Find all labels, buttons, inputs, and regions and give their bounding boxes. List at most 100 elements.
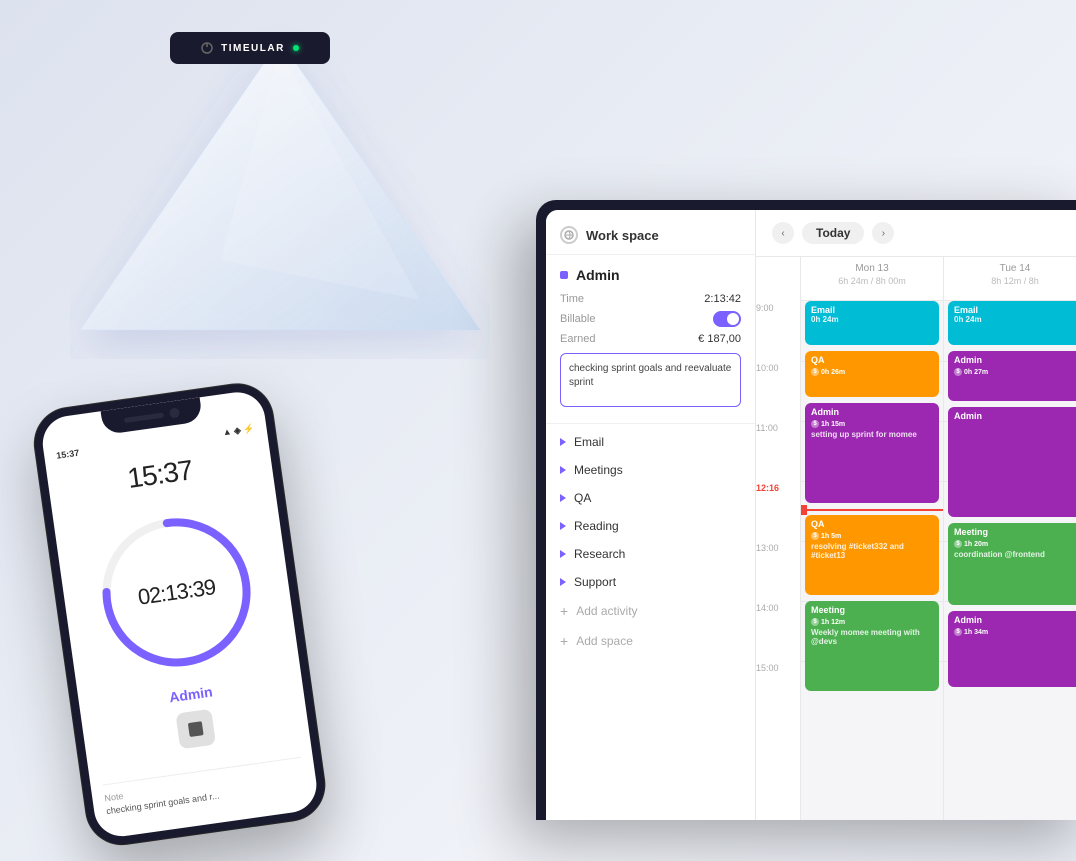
calendar-header: ‹ Today › [756,210,1076,257]
add-plus-icon: + [560,603,568,619]
event-billable: $1h 12m [811,618,845,626]
event-meeting-mon[interactable]: Meeting $1h 12m Weekly momee meeting wit… [805,601,939,691]
add-space-item[interactable]: + Add space [546,626,755,656]
event-title: Admin [954,615,1076,625]
phone-screen: 15:37 ▲ ◈ ⚡ 15:37 02:13:39 Admin [39,389,320,840]
event-admin-mon[interactable]: Admin $1h 15m setting up sprint for mome… [805,403,939,503]
activity-email[interactable]: Email [546,428,755,456]
event-admin-tue1[interactable]: Admin $0h 27m [948,351,1076,401]
device-top-bar: TIMEULAR [170,32,330,64]
admin-header: Admin [560,267,741,283]
tablet-screen: Work space Admin Time 2:13:42 Billable [546,210,1076,820]
activity-meetings[interactable]: Meetings [546,456,755,484]
note-input[interactable]: checking sprint goals and reevaluate spr… [560,353,741,407]
activity-name-research: Research [574,547,625,561]
time-value: 2:13:42 [704,293,741,305]
event-meeting-tue[interactable]: Meeting $1h 20m coordination @frontend [948,523,1076,605]
day-events-mon13: Email 0h 24m QA $0h 26m [801,301,943,820]
activity-arrow-qa [560,494,566,502]
time-label: Time [560,293,584,305]
event-admin-tue2[interactable]: Admin [948,407,1076,517]
day-tue14: Tue 14 8h 12m / 8h [943,257,1076,820]
time-column: 9:00 10:00 11:00 12:16 13:00 14:00 15:00 [756,257,800,820]
activity-list: Email Meetings QA Reading [546,424,755,820]
activity-name-meetings: Meetings [574,463,623,477]
event-title: QA [811,519,933,529]
power-icon [201,42,213,54]
event-billable: $0h 27m [954,368,988,376]
earned-row: Earned € 187,00 [560,333,741,345]
event-billable: $0h 26m [811,368,845,376]
activity-support[interactable]: Support [546,568,755,596]
event-desc: coordination @frontend [954,550,1076,559]
calendar-panel: ‹ Today › 9:00 10:00 11:00 12:16 13:00 1… [756,210,1076,820]
day-hours-tue14: 8h 12m / 8h [952,276,1076,286]
time-14: 14:00 [756,601,800,661]
event-billable: $1h 15m [811,420,845,428]
day-header-tue14: Tue 14 8h 12m / 8h [944,257,1076,301]
day-mon13: Mon 13 6h 24m / 8h 00m [800,257,943,820]
day-events-tue14: Email 0h 24m Admin $0h 27m [944,301,1076,820]
device-led [293,45,299,51]
status-icons: ▲ ◈ ⚡ [222,423,255,438]
speaker [124,412,164,423]
event-duration: 0h 24m [811,315,933,324]
timer-circle: 02:13:39 [86,502,267,683]
event-desc: setting up sprint for momee [811,430,933,439]
event-title: Email [954,305,1076,315]
stop-icon [188,721,204,737]
billable-toggle[interactable] [713,311,741,327]
activity-name-reading: Reading [574,519,619,533]
prev-btn[interactable]: ‹ [772,222,794,244]
activity-reading[interactable]: Reading [546,512,755,540]
activity-arrow-research [560,550,566,558]
today-button[interactable]: Today [802,222,864,244]
tablet-container: Work space Admin Time 2:13:42 Billable [536,200,1076,820]
billable-row: Billable [560,311,741,327]
event-title: Admin [954,411,1076,421]
workspace-icon [560,226,578,244]
phone-time: 15:37 [56,448,80,461]
event-title: QA [811,355,933,365]
stop-button[interactable] [175,709,216,750]
add-space-plus-icon: + [560,633,568,649]
event-title: Meeting [811,605,933,615]
next-btn[interactable]: › [872,222,894,244]
event-email-mon[interactable]: Email 0h 24m [805,301,939,345]
time-11: 11:00 [756,421,800,481]
event-qa-mon[interactable]: QA $0h 26m [805,351,939,397]
phone-time-display: 15:37 [126,454,195,495]
event-duration: 0h 24m [954,315,1076,324]
device-triangle-svg [70,20,490,360]
day-name-mon13: Mon 13 [809,263,935,274]
activity-name-qa: QA [574,491,591,505]
activity-qa[interactable]: QA [546,484,755,512]
admin-section: Admin Time 2:13:42 Billable Earned [546,255,755,424]
event-email-tue[interactable]: Email 0h 24m [948,301,1076,345]
current-time-line [801,509,943,511]
add-activity-item[interactable]: + Add activity [546,596,755,626]
event-qa2-mon[interactable]: QA $1h 5m resolving #ticket332 and #tick… [805,515,939,595]
admin-color-dot [560,271,568,279]
activity-name-support: Support [574,575,616,589]
billable-label: Billable [560,313,595,325]
activity-name-email: Email [574,435,604,449]
admin-name: Admin [576,267,620,283]
sidebar-panel: Work space Admin Time 2:13:42 Billable [546,210,756,820]
time-15: 15:00 [756,661,800,721]
activity-research[interactable]: Research [546,540,755,568]
event-title: Email [811,305,933,315]
activity-arrow-meetings [560,466,566,474]
calendar-grid: 9:00 10:00 11:00 12:16 13:00 14:00 15:00 [756,257,1076,820]
day-hours-mon13: 6h 24m / 8h 00m [809,276,935,286]
time-10: 10:00 [756,361,800,421]
event-admin-tue3[interactable]: Admin $1h 34m [948,611,1076,687]
add-activity-label: Add activity [576,604,637,618]
event-desc: resolving #ticket332 and #ticket13 [811,542,933,560]
current-time-dot [801,505,807,515]
event-billable: $1h 5m [811,532,841,540]
tablet-body: Work space Admin Time 2:13:42 Billable [536,200,1076,820]
time-1216: 12:16 [756,481,800,541]
toggle-dot [727,313,739,325]
camera [169,407,180,418]
